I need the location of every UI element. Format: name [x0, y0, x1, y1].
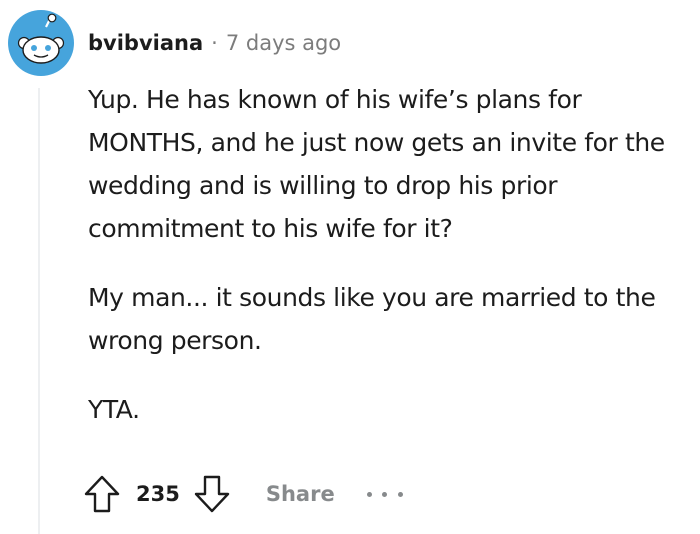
- vote-score: 235: [136, 482, 180, 506]
- ellipsis-icon: [397, 491, 403, 497]
- ellipsis-icon: [366, 491, 372, 497]
- meta-separator: ·: [211, 31, 218, 55]
- downvote-button[interactable]: [192, 472, 232, 516]
- upvote-button[interactable]: [82, 472, 122, 516]
- username-link[interactable]: bvibviana: [88, 31, 203, 55]
- snoo-avatar-icon: [8, 10, 74, 76]
- upvote-arrow-icon: [84, 475, 120, 513]
- comment-paragraph: My man... it sounds like you are married…: [88, 283, 656, 355]
- ellipsis-icon: [382, 491, 388, 497]
- share-button[interactable]: Share: [266, 482, 335, 506]
- comment-body: Yup. He has known of his wife’s plans fo…: [88, 78, 678, 457]
- timestamp-link[interactable]: 7 days ago: [226, 31, 341, 55]
- avatar[interactable]: [8, 10, 74, 76]
- downvote-arrow-icon: [194, 475, 230, 513]
- thread-line[interactable]: [38, 88, 40, 534]
- comment-paragraph: YTA.: [88, 395, 140, 424]
- comment-actions: 235 Share: [82, 472, 403, 516]
- comment-paragraph: Yup. He has known of his wife’s plans fo…: [88, 85, 665, 243]
- comment-header: bvibviana · 7 days ago: [88, 29, 341, 57]
- more-options-button[interactable]: [366, 484, 403, 504]
